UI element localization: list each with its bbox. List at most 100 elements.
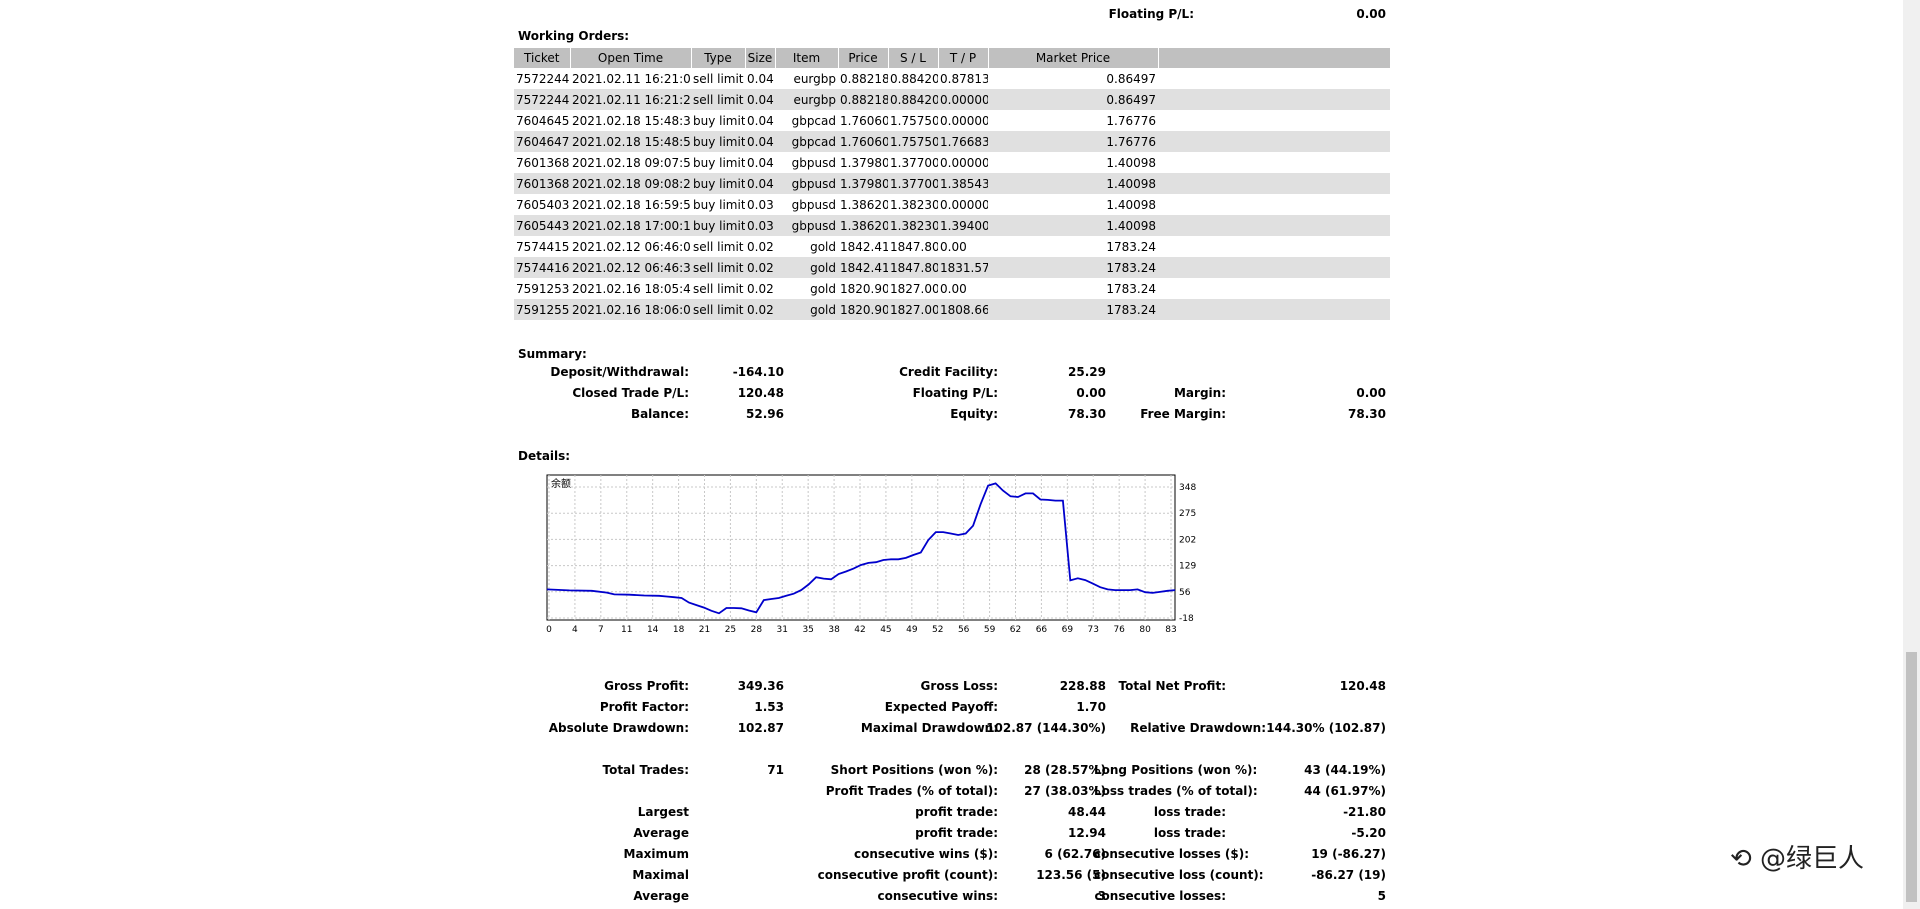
absolute-drawdown-value: 102.87 bbox=[737, 721, 784, 735]
loss-trades-value: 44 (61.97%) bbox=[1304, 784, 1386, 798]
order-row: 759125342021.02.16 18:05:47sell limit0.0… bbox=[514, 278, 1390, 299]
x-tick-label: 4 bbox=[572, 625, 578, 635]
profit-factor-label: Profit Factor: bbox=[599, 700, 689, 714]
order-cell: 2021.02.16 18:05:47 bbox=[572, 281, 691, 296]
largest-profit-value: 48.44 bbox=[1068, 805, 1106, 819]
order-cell: 0.04 bbox=[745, 131, 775, 152]
top-floating-label: Floating P/L: bbox=[1108, 7, 1194, 21]
profit-trades-label: Profit Trades (% of total): bbox=[825, 784, 998, 798]
order-cell: gold bbox=[810, 239, 836, 254]
equity-value: 78.30 bbox=[1068, 407, 1106, 421]
total-net-value: 120.48 bbox=[1339, 679, 1386, 693]
order-cell: sell limit bbox=[691, 299, 745, 320]
largest-loss-label: loss trade: bbox=[1153, 805, 1226, 819]
absolute-drawdown-label: Absolute Drawdown: bbox=[548, 721, 689, 735]
order-cell: 0.04 bbox=[747, 155, 774, 170]
order-cell: gbpcad bbox=[791, 113, 836, 128]
order-cell: gold bbox=[810, 281, 836, 296]
free-margin-label: Free Margin: bbox=[1140, 407, 1226, 421]
order-cell: 1.37700 bbox=[890, 155, 938, 170]
x-tick-label: 80 bbox=[1139, 625, 1151, 635]
orders-header-cell: Ticket bbox=[514, 48, 571, 68]
x-tick-label: 49 bbox=[906, 625, 918, 635]
short-positions-label: Short Positions (won %): bbox=[830, 763, 998, 777]
x-tick-label: 69 bbox=[1062, 625, 1074, 635]
gross-profit-label: Gross Profit: bbox=[604, 679, 689, 693]
order-cell: 2021.02.12 06:46:31 bbox=[570, 257, 691, 278]
order-cell: buy limit bbox=[691, 173, 745, 194]
expected-payoff-value: 1.70 bbox=[1076, 700, 1106, 714]
order-cell: 1831.57 bbox=[938, 257, 988, 278]
working-orders-table: Ticket Open Time Type Size Item Price S / LT /… bbox=[514, 48, 1391, 320]
order-cell: 1.75750 bbox=[890, 113, 938, 128]
order-cell bbox=[1158, 152, 1390, 173]
y-tick-label: 202 bbox=[1179, 535, 1196, 545]
order-cell: 1.39400 bbox=[938, 215, 988, 236]
order-cell: 1842.41 bbox=[838, 257, 888, 278]
order-cell bbox=[1158, 215, 1390, 236]
profit-trades-value: 27 (38.03%) bbox=[1024, 784, 1106, 798]
order-cell: 0.86497 bbox=[1106, 71, 1156, 86]
order-cell bbox=[1158, 68, 1390, 89]
order-cell bbox=[1158, 110, 1390, 131]
total-net-label: Total Net Profit: bbox=[1118, 679, 1226, 693]
order-row: 757441582021.02.12 06:46:08sell limit0.0… bbox=[514, 236, 1390, 257]
order-cell: 1783.24 bbox=[1106, 239, 1156, 254]
orders-header-cell: S / L bbox=[888, 48, 939, 68]
deposit-value: -164.10 bbox=[732, 365, 784, 379]
vertical-scrollbar[interactable] bbox=[1903, 0, 1920, 909]
order-cell: 2021.02.11 16:21:24 bbox=[570, 89, 691, 110]
largest-loss-value: -21.80 bbox=[1343, 805, 1386, 819]
order-cell: 0.00000 bbox=[940, 197, 988, 212]
order-cell: 1.76776 bbox=[1106, 113, 1156, 128]
order-cell bbox=[1158, 131, 1390, 152]
order-cell: 1847.80 bbox=[888, 257, 938, 278]
order-cell: buy limit bbox=[693, 155, 745, 170]
order-cell: 1783.24 bbox=[1106, 281, 1156, 296]
x-tick-label: 11 bbox=[621, 625, 632, 635]
order-cell: 1808.66 bbox=[938, 299, 988, 320]
order-cell: 76046455 bbox=[516, 113, 570, 128]
max-cons-losses-label: consecutive losses ($): bbox=[1094, 847, 1250, 861]
x-tick-label: 31 bbox=[777, 625, 788, 635]
closed-pl-label: Closed Trade P/L: bbox=[572, 386, 689, 400]
x-tick-label: 62 bbox=[1010, 625, 1021, 635]
x-tick-label: 52 bbox=[932, 625, 943, 635]
equity-label: Equity: bbox=[950, 407, 998, 421]
orders-header-cell: Open Time bbox=[570, 48, 692, 68]
order-cell: gbpcad bbox=[775, 131, 838, 152]
order-cell: gbpusd bbox=[791, 155, 836, 170]
y-tick-label: 275 bbox=[1179, 509, 1196, 519]
chart-x-ticks: 0 4 7 11 14 18 21 25 28 31 35 38 42 45 49 52 56 59 62 66 69 7… bbox=[546, 625, 1177, 635]
order-cell bbox=[1158, 236, 1390, 257]
maximal-drawdown-value: 102.87 (144.30%) bbox=[986, 721, 1106, 735]
order-cell: 1820.90 bbox=[838, 299, 888, 320]
order-cell: buy limit bbox=[691, 131, 745, 152]
largest-profit-label: profit trade: bbox=[915, 805, 998, 819]
order-cell: 2021.02.18 09:08:21 bbox=[570, 173, 691, 194]
orders-header-cell: Price bbox=[838, 48, 889, 68]
scrollbar-thumb[interactable] bbox=[1906, 652, 1917, 902]
order-cell: 1.38620 bbox=[840, 197, 888, 212]
order-cell: 0.03 bbox=[745, 215, 775, 236]
order-cell: 2021.02.18 16:59:50 bbox=[572, 197, 691, 212]
short-positions-value: 28 (28.57%) bbox=[1024, 763, 1106, 777]
order-cell: 0.00 bbox=[940, 281, 967, 296]
order-cell: gold bbox=[775, 299, 838, 320]
order-cell: 76054436 bbox=[514, 215, 570, 236]
order-cell: 1.76683 bbox=[938, 131, 988, 152]
balance-label: Balance: bbox=[630, 407, 689, 421]
y-tick-label: 129 bbox=[1179, 562, 1196, 572]
order-cell: 0.88218 bbox=[840, 71, 888, 86]
order-row: 760540362021.02.18 16:59:50buy limit0.03… bbox=[514, 194, 1390, 215]
order-cell: 2021.02.12 06:46:08 bbox=[572, 239, 691, 254]
average-profit-value: 12.94 bbox=[1068, 826, 1106, 840]
order-row: 757441622021.02.12 06:46:31sell limit0.0… bbox=[514, 257, 1390, 278]
order-cell: 1827.00 bbox=[890, 281, 938, 296]
avg-cons-losses-value: 5 bbox=[1377, 889, 1386, 903]
order-cell: 2021.02.18 17:00:13 bbox=[570, 215, 691, 236]
chart-title: 余额 bbox=[551, 477, 571, 490]
x-tick-label: 42 bbox=[854, 625, 865, 635]
max-cons-losses-value: 19 (-86.27) bbox=[1311, 847, 1386, 861]
x-tick-label: 76 bbox=[1113, 625, 1125, 635]
